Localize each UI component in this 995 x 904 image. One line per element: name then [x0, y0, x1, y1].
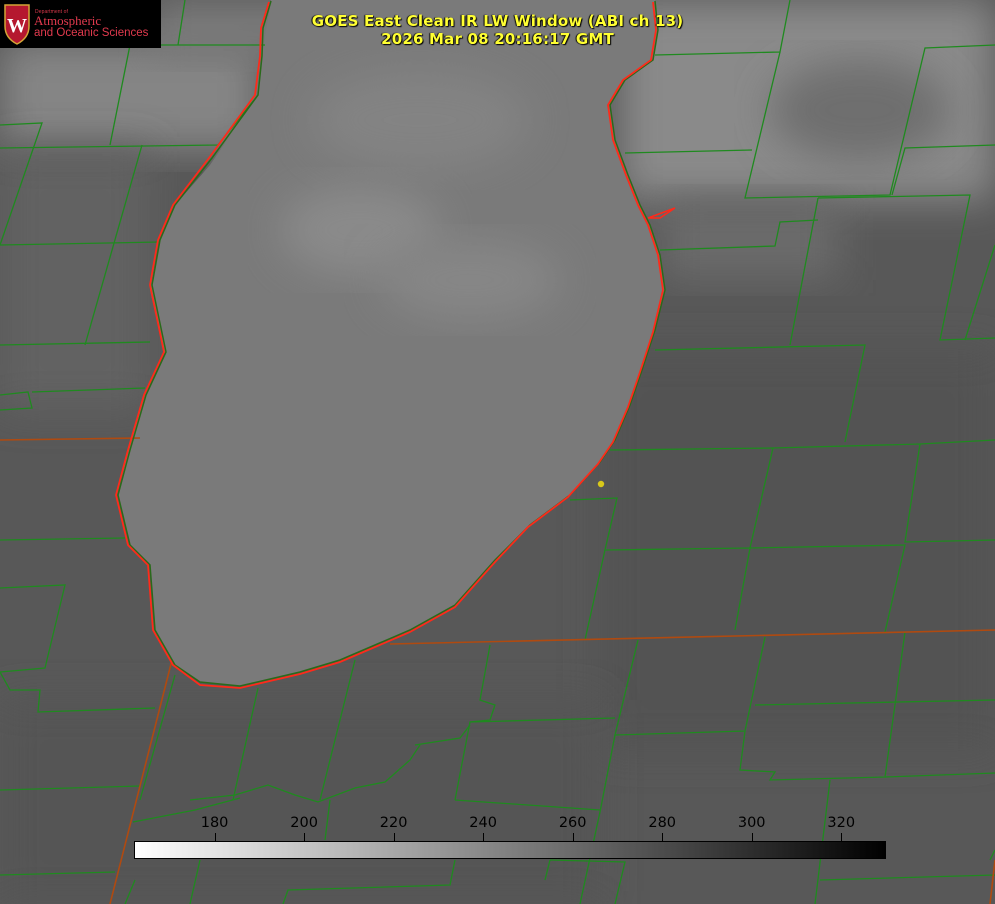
colorbar-tick-label: 200: [290, 815, 318, 831]
satellite-map: W Department of Atmospheric and Oceanic …: [0, 0, 995, 904]
colorbar-tick-label: 320: [827, 815, 856, 831]
colorbar-tick-mark: [752, 833, 753, 841]
colorbar-tick-mark: [573, 833, 574, 841]
map-timestamp: 2026 Mar 08 20:16:17 GMT: [381, 30, 614, 48]
colorbar: [134, 841, 886, 859]
colorbar-tick-label: 260: [558, 815, 587, 831]
map-canvas: [0, 0, 995, 904]
colorbar-tick-label: 240: [469, 815, 497, 831]
colorbar-tick-mark: [304, 833, 305, 841]
colorbar-tick-label: 280: [648, 815, 677, 831]
colorbar-tick-label: 220: [379, 815, 408, 831]
colorbar-tick-mark: [394, 833, 395, 841]
colorbar-tick-mark: [215, 833, 216, 841]
city-marker: [597, 480, 605, 488]
colorbar-tick-label: 300: [737, 815, 766, 831]
colorbar-tick-mark: [483, 833, 484, 841]
colorbar-tick-mark: [662, 833, 663, 841]
map-title: GOES East Clean IR LW Window (ABI ch 13): [311, 12, 684, 30]
colorbar-tick-mark: [841, 833, 842, 841]
colorbar-tick-label: 180: [200, 815, 229, 831]
